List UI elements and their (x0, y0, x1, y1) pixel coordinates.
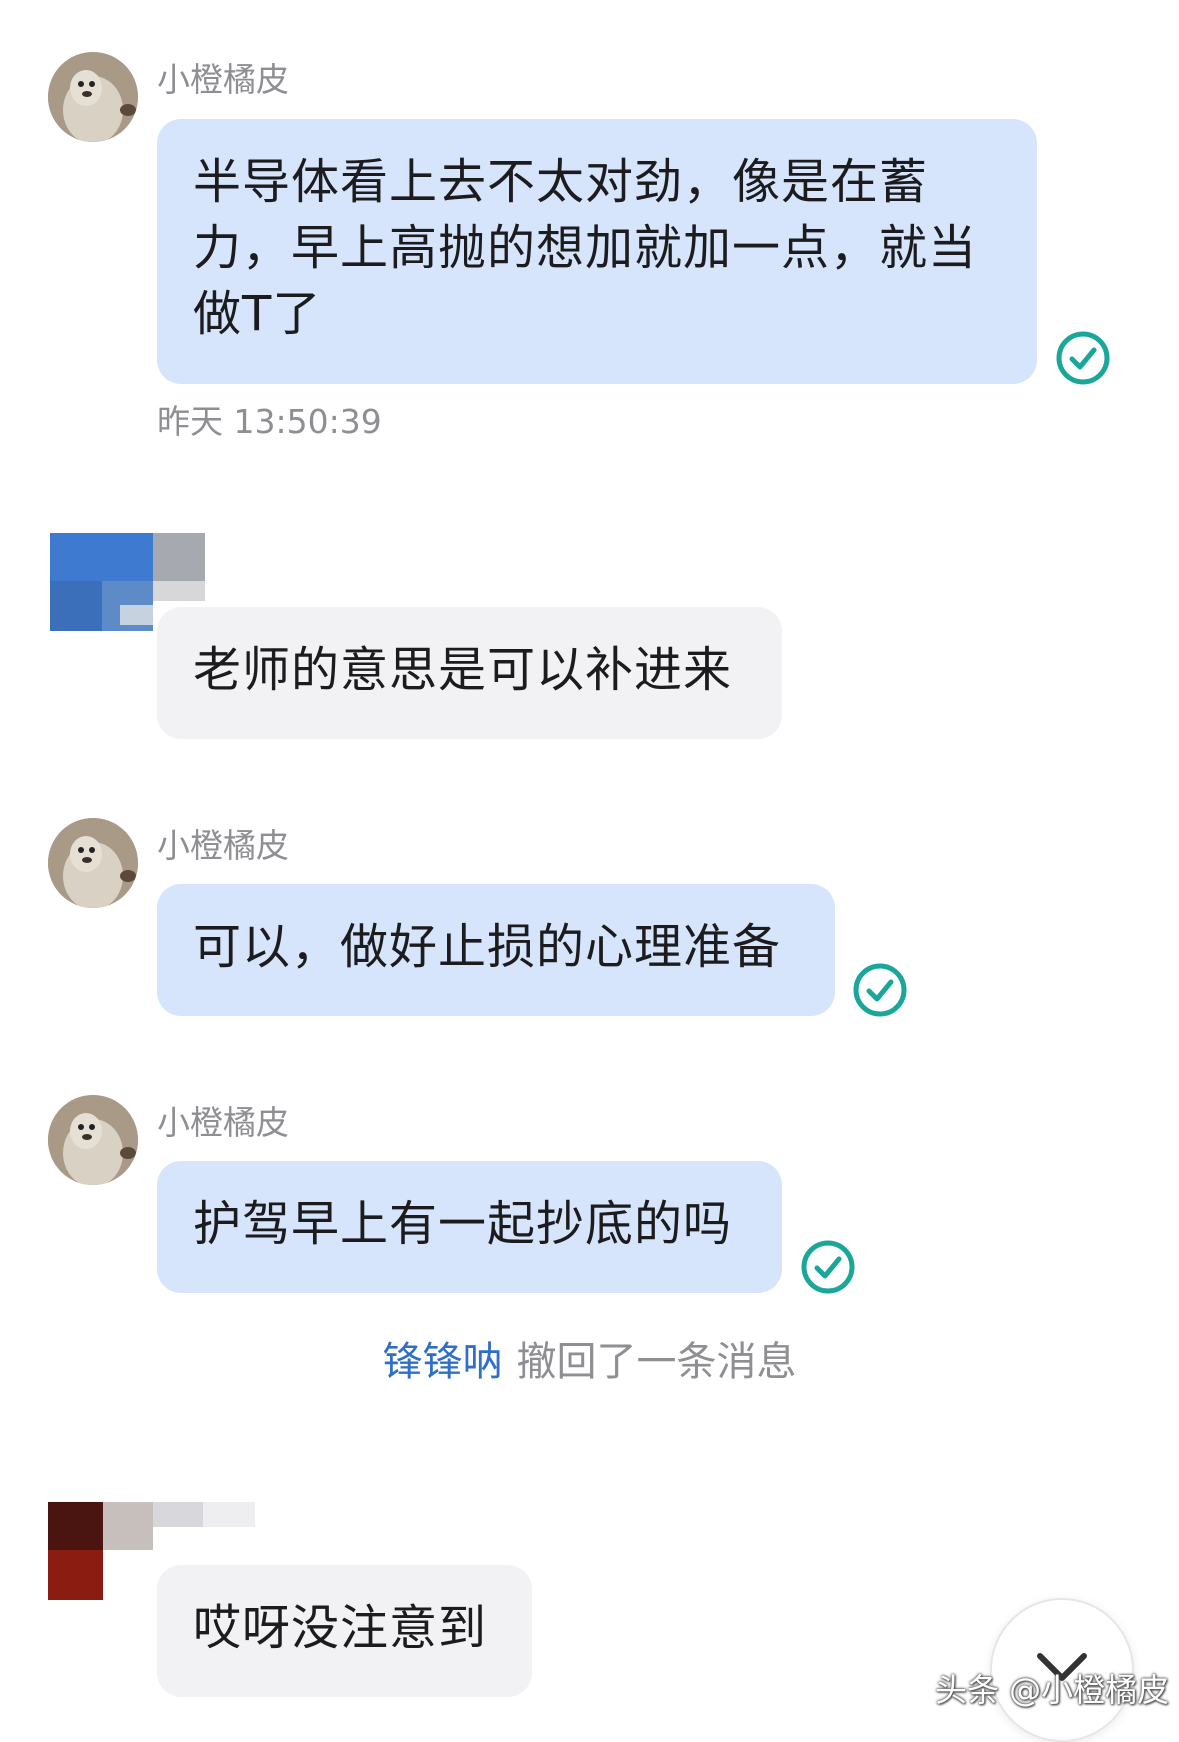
watermark: 头条 @小橙橘皮 (935, 1671, 1170, 1709)
sender-name: 小橙橘皮 (157, 60, 289, 99)
avatar-sender[interactable] (48, 1095, 138, 1185)
message-line: 半导体看上去不太对劲，像是在蓄 (193, 154, 929, 210)
message-bubble[interactable]: 老师的意思是可以补进来 (157, 607, 782, 739)
message-line: 力，早上高抛的想加就加一点，就当 (193, 220, 978, 276)
avatar-sender[interactable] (48, 818, 138, 908)
check-circle-icon (1056, 331, 1110, 385)
message-bubble[interactable]: 可以，做好止损的心理准备 (157, 884, 835, 1016)
recall-text: 撤回了一条消息 (516, 1339, 797, 1385)
sender-name: 小橙橘皮 (157, 826, 289, 865)
check-circle-icon (801, 1240, 855, 1294)
recall-sender-name[interactable]: 锋锋呐 (383, 1339, 503, 1385)
message-bubble[interactable]: 哎呀没注意到 (157, 1565, 532, 1697)
message-bubble[interactable]: 护驾早上有一起抄底的吗 (157, 1161, 782, 1293)
message-line: 做T了 (193, 286, 322, 342)
avatar-sender[interactable] (48, 52, 138, 142)
message-bubble[interactable]: 半导体看上去不太对劲，像是在蓄 力，早上高抛的想加就加一点，就当 做T了 (157, 119, 1037, 384)
message-timestamp: 昨天 13:50:39 (157, 402, 382, 441)
check-circle-icon (853, 963, 907, 1017)
sender-name: 小橙橘皮 (157, 1103, 289, 1142)
recall-notice: 锋锋呐 撤回了一条消息 (0, 1337, 1179, 1387)
